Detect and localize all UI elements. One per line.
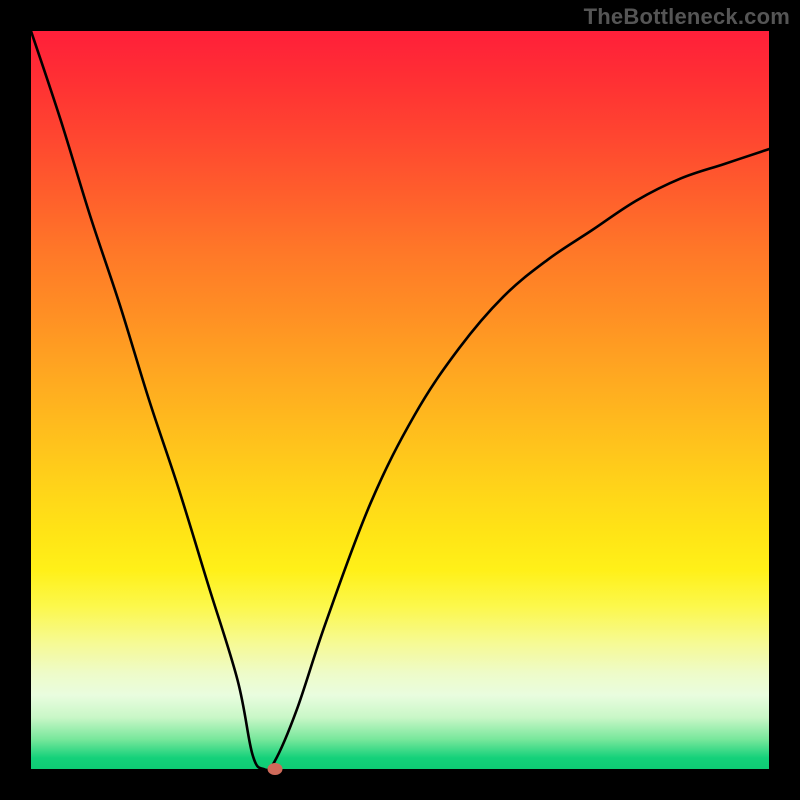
chart-stage: TheBottleneck.com xyxy=(0,0,800,800)
watermark-text: TheBottleneck.com xyxy=(584,4,790,30)
bottleneck-curve xyxy=(31,31,769,769)
plot-area xyxy=(31,31,769,769)
minimum-marker xyxy=(267,763,282,775)
curve-svg xyxy=(31,31,769,769)
